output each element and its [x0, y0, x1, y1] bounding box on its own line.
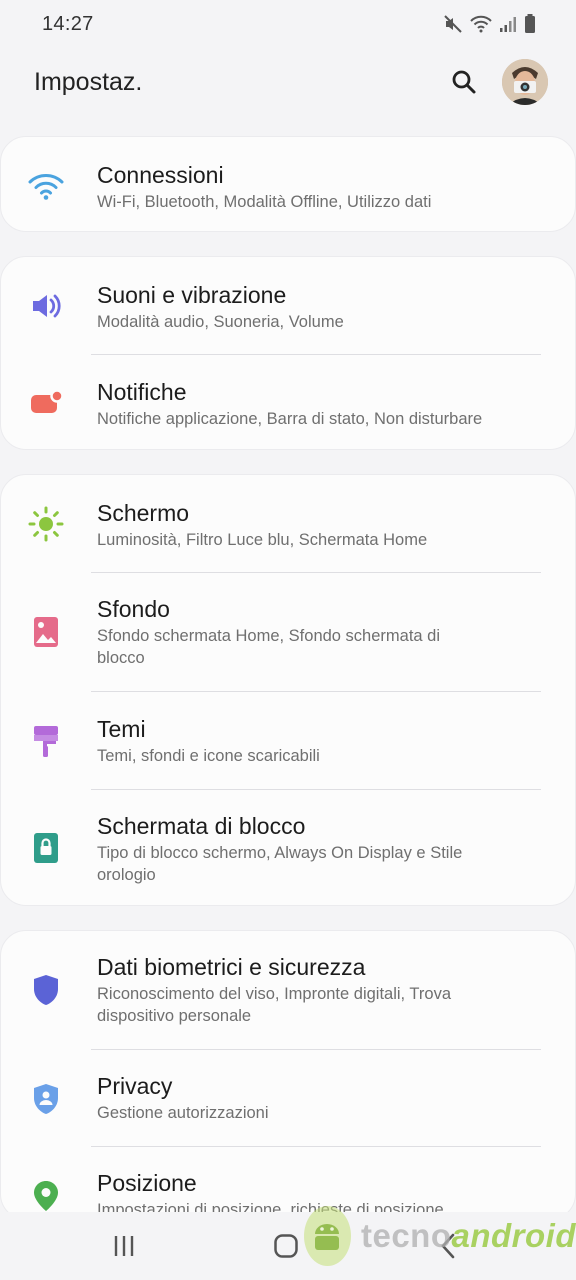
brightness-icon [25, 503, 67, 545]
lock-icon [25, 827, 67, 869]
item-subtitle: Temi, sfondi e icone scaricabili [97, 747, 320, 765]
settings-item-schermata-blocco[interactable]: Schermata di blocco Tipo di blocco scher… [1, 790, 575, 907]
settings-group-3: Schermo Luminosità, Filtro Luce blu, Sch… [0, 474, 576, 906]
settings-item-notifiche[interactable]: Notifiche Notifiche applicazione, Barra … [1, 355, 575, 451]
recent-apps-icon [114, 1236, 134, 1256]
item-title: Posizione [97, 1170, 197, 1196]
item-title: Schermo [97, 500, 190, 526]
status-bar: 14:27 [0, 0, 576, 48]
item-title: Connessioni [97, 162, 224, 188]
search-button[interactable] [444, 62, 484, 102]
watermark-text-2: android [451, 1217, 576, 1254]
item-title: Privacy [97, 1073, 173, 1099]
settings-item-schermo[interactable]: Schermo Luminosità, Filtro Luce blu, Sch… [1, 475, 575, 572]
home-button[interactable] [266, 1230, 306, 1262]
item-subtitle: Sfondo schermata Home, Sfondo schermata … [97, 627, 441, 667]
signal-icon [499, 15, 517, 33]
theme-brush-icon [25, 720, 67, 762]
item-title: Schermata di blocco [97, 813, 306, 839]
settings-group-1: Connessioni Wi-Fi, Bluetooth, Modalità O… [0, 136, 576, 232]
item-subtitle: Wi-Fi, Bluetooth, Modalità Offline, Util… [97, 193, 432, 211]
settings-group-4: Dati biometrici e sicurezza Riconoscimen… [0, 930, 576, 1220]
shield-icon [25, 969, 67, 1011]
battery-icon [524, 14, 536, 34]
status-time: 14:27 [42, 12, 94, 35]
watermark: tecnoandroid [304, 1204, 576, 1268]
item-subtitle: Tipo di blocco schermo, Always On Displa… [97, 844, 463, 884]
item-title: Dati biometrici e sicurezza [97, 954, 366, 980]
privacy-shield-icon [25, 1078, 67, 1120]
search-icon [452, 70, 476, 94]
item-title: Sfondo [97, 596, 170, 622]
settings-item-privacy[interactable]: Privacy Gestione autorizzazioni [1, 1050, 575, 1146]
volume-icon [25, 285, 67, 327]
avatar[interactable] [502, 59, 548, 105]
recent-apps-button[interactable] [104, 1230, 144, 1262]
settings-group-2: Suoni e vibrazione Modalità audio, Suone… [0, 256, 576, 450]
settings-item-sfondo[interactable]: Sfondo Sfondo schermata Home, Sfondo sch… [1, 573, 575, 691]
home-icon [274, 1234, 298, 1258]
item-title: Suoni e vibrazione [97, 282, 287, 308]
item-title: Notifiche [97, 379, 187, 405]
watermark-text-1: tecno [360, 1217, 452, 1254]
header: Impostaz. [0, 48, 576, 116]
item-subtitle: Luminosità, Filtro Luce blu, Schermata H… [97, 531, 428, 549]
settings-item-biometrici[interactable]: Dati biometrici e sicurezza Riconoscimen… [1, 931, 575, 1049]
mute-icon [443, 14, 463, 34]
settings-item-suoni[interactable]: Suoni e vibrazione Modalità audio, Suone… [1, 257, 575, 354]
wifi-icon [25, 165, 67, 207]
settings-item-connessioni[interactable]: Connessioni Wi-Fi, Bluetooth, Modalità O… [1, 137, 575, 233]
android-logo-icon [304, 1206, 351, 1266]
wifi-status-icon [470, 15, 492, 33]
status-icons [443, 14, 536, 34]
wallpaper-icon [25, 611, 67, 653]
notification-icon [25, 382, 67, 424]
item-subtitle: Notifiche applicazione, Barra di stato, … [97, 410, 483, 428]
location-pin-icon [25, 1175, 67, 1217]
page-title: Impostaz. [34, 67, 143, 96]
settings-item-temi[interactable]: Temi Temi, sfondi e icone scaricabili [1, 692, 575, 789]
item-subtitle: Gestione autorizzazioni [97, 1104, 269, 1122]
item-title: Temi [97, 716, 146, 742]
item-subtitle: Modalità audio, Suoneria, Volume [97, 313, 344, 331]
item-subtitle: Riconoscimento del viso, Impronte digita… [97, 985, 451, 1025]
